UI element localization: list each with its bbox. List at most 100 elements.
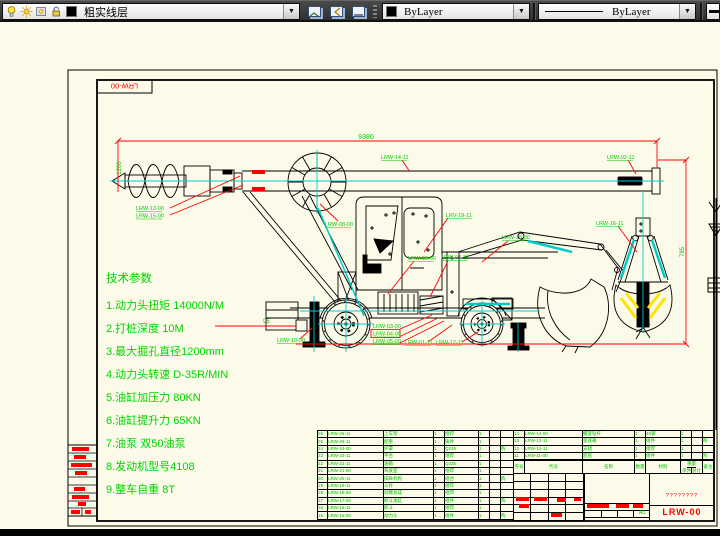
dim-overall-length: 9380 bbox=[358, 134, 374, 141]
top-toolbar: 粗实线层 ▼ ByLayer ▼ ByLayer ▼ bbox=[0, 0, 720, 22]
signature-mark bbox=[574, 498, 581, 501]
part-label: LRW-10-00 bbox=[277, 338, 305, 344]
bom-row: 16LRW-16-11抓斗 1组焊1 bbox=[318, 505, 514, 512]
bom-row: 15LRW-15-00动力头 1组件1 购 bbox=[318, 512, 514, 520]
linetype-preview bbox=[545, 11, 603, 12]
part-label: LRW-09-00 bbox=[408, 256, 436, 262]
bom-row: 26LRW-26-11上车架 1组焊1 bbox=[318, 431, 514, 438]
layer-dropdown-arrow[interactable]: ▼ bbox=[283, 4, 299, 19]
signature-mark bbox=[516, 497, 529, 501]
signature-mark bbox=[587, 504, 609, 508]
signature-mark bbox=[616, 504, 629, 508]
signature-mark bbox=[557, 498, 566, 502]
tech-note-item: 1.动力头扭矩 14000N/M bbox=[106, 295, 281, 318]
signature-mark bbox=[519, 504, 529, 508]
part-label: LRW-14-11 bbox=[381, 155, 409, 161]
bom-header-remark: 备注 bbox=[703, 461, 713, 473]
dim-auger-dia: 1200 bbox=[117, 161, 123, 175]
cad-application-window: { "toolbar": { "layer_controls": { "laye… bbox=[0, 0, 720, 536]
lineweight-preview bbox=[709, 10, 719, 13]
part-label: LRW-16-11 bbox=[596, 221, 624, 227]
tech-notes-title: 技术参数 bbox=[106, 270, 281, 286]
bom-row: 22LRW-22-11油箱 1Q2351 bbox=[318, 460, 514, 467]
corner-label: LRW-00 bbox=[111, 82, 138, 91]
layer-properties-icon[interactable] bbox=[306, 4, 324, 19]
bom-header-seq: 序号 bbox=[514, 461, 525, 473]
bom-header-total: 总计 bbox=[692, 468, 701, 474]
part-label: LRW-15-00 bbox=[136, 214, 164, 220]
bom-table-left: 26LRW-26-11上车架 1组焊1 25LRW-25-11配重 1铸件1 2… bbox=[317, 430, 514, 520]
tech-note-item: 7.油泵 双50油泵 bbox=[106, 433, 281, 456]
bom-row: 20LRW-20-11操纵机构 1组合1 购 bbox=[318, 475, 514, 482]
sun-icon[interactable] bbox=[20, 5, 33, 18]
part-label: LRW-13-00 bbox=[136, 206, 164, 212]
linetype-combo[interactable]: ByLayer ▼ bbox=[538, 3, 696, 20]
window-edge bbox=[0, 529, 720, 536]
bom-header-weight: 重量 bbox=[687, 461, 696, 468]
bom-row: 14LRW-14-00螺旋钻杆 145钢1 bbox=[514, 431, 715, 438]
bom-row: 23LRW-23-11平台 1组焊1 bbox=[318, 453, 514, 460]
bom-table-right: 14LRW-14-00螺旋钻杆 145钢1 13LRW-13-11变速箱 1组件… bbox=[513, 430, 715, 460]
dim-overall-height: 785 bbox=[680, 246, 686, 257]
bom-row: 17LRW-17-00抓斗油缸 1组件1 购 bbox=[318, 497, 514, 504]
bom-row: 24LRW-24-00护罩 1Q2351 购 bbox=[318, 445, 514, 452]
bom-header-code: 代号 bbox=[525, 461, 583, 473]
tech-note-item: 5.油缸加压力 80KN bbox=[106, 387, 281, 410]
revision-marks bbox=[71, 447, 92, 514]
tech-note-item: 9.整车自重 8T bbox=[106, 479, 281, 502]
bom-header-unit: 单件 bbox=[682, 468, 692, 474]
part-label: LRW-07-11 bbox=[441, 255, 469, 261]
viewport-freeze-icon[interactable] bbox=[35, 5, 48, 18]
bom-header-name: 名称 bbox=[583, 461, 635, 473]
layer-color-swatch bbox=[66, 6, 77, 17]
toolbar-separator bbox=[533, 3, 536, 20]
bom-row: 18LRW-18-00动臂总成 1组焊1 bbox=[318, 490, 514, 497]
color-dropdown-arrow[interactable]: ▼ bbox=[513, 4, 529, 19]
part-label: LRW-01-11 bbox=[405, 340, 433, 346]
part-label: LRW-05-00 bbox=[373, 339, 401, 345]
lineweight-combo[interactable] bbox=[706, 3, 720, 20]
lightbulb-icon[interactable] bbox=[5, 5, 18, 18]
bom-row: 21LRW-21-00驾驶室 1组焊1 bbox=[318, 468, 514, 475]
tech-note-item: 3.最大掘孔直径1200mm bbox=[106, 341, 281, 364]
layer-states-icon[interactable] bbox=[350, 4, 368, 19]
title-block: ???????? LRW-00 A3 bbox=[513, 474, 714, 521]
sheet-size: A3 bbox=[634, 509, 650, 517]
technical-notes: 技术参数 1.动力头扭矩 14000N/M2.打桩深度 10M3.最大掘孔直径1… bbox=[106, 270, 281, 502]
tech-note-item: 8.发动机型号4108 bbox=[106, 456, 281, 479]
unlock-icon[interactable] bbox=[50, 5, 63, 18]
bom-row: 19LRW-19-11斗杆 1组焊1 bbox=[318, 482, 514, 489]
signature-mark bbox=[633, 504, 643, 508]
signature-mark bbox=[551, 513, 562, 517]
tech-note-item: 6.油缸提升力 65KN bbox=[106, 410, 281, 433]
color-swatch bbox=[386, 6, 397, 17]
bom-row: 13LRW-13-11变速箱 1组件1 购 bbox=[514, 438, 715, 445]
layer-name: 粗实线层 bbox=[80, 4, 283, 20]
part-label: LRW-04-00 bbox=[373, 332, 401, 338]
part-label: LRW-12-11 bbox=[436, 340, 464, 346]
toolbar-grip[interactable] bbox=[373, 5, 377, 18]
bom-row: 25LRW-25-11配重 1铸件1 bbox=[318, 438, 514, 445]
linetype-value: ByLayer bbox=[608, 6, 679, 18]
toolbar-separator-2 bbox=[700, 3, 703, 20]
part-label: LRW-02-11 bbox=[607, 155, 635, 161]
color-value: ByLayer bbox=[400, 6, 513, 18]
title-right-block: ???????? LRW-00 bbox=[650, 474, 714, 521]
tech-note-item: 4.动力头转速 D-35R/MIN bbox=[106, 364, 281, 387]
layer-previous-icon[interactable] bbox=[328, 4, 346, 19]
linetype-dropdown-arrow[interactable]: ▼ bbox=[679, 4, 695, 19]
part-label: LRW-18-00 bbox=[502, 235, 530, 241]
signature-mark bbox=[534, 497, 547, 501]
color-combo[interactable]: ByLayer ▼ bbox=[382, 3, 530, 20]
tech-note-item: 2.打桩深度 10M bbox=[106, 318, 281, 341]
bom-row: 12LRW-12-11支腿 1组焊1 bbox=[514, 445, 715, 452]
layer-combo[interactable]: 粗实线层 ▼ bbox=[2, 3, 300, 20]
drawing-number: LRW-00 bbox=[650, 507, 714, 517]
part-label: LRW-03-00 bbox=[373, 324, 401, 330]
bom-header-mat: 材料 bbox=[646, 461, 681, 473]
bom-header-qty: 数量 bbox=[635, 461, 646, 473]
bom-header: 序号 代号 名称 数量 材料 重量 单件总计 备注 bbox=[513, 460, 714, 474]
company-name: ???????? bbox=[650, 493, 714, 499]
bom-row: 11LRW-11-00底盘 1组件1 购 bbox=[514, 452, 715, 459]
part-label: LRV-19-11 bbox=[446, 213, 472, 219]
